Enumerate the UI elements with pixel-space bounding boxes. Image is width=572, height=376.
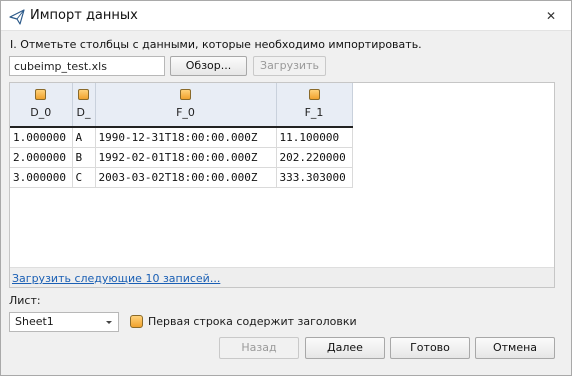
column-label-d1: D_ xyxy=(76,106,91,119)
table-cell[interactable]: 2003-03-02T18:00:00.000Z xyxy=(95,167,277,188)
back-button[interactable]: Назад xyxy=(219,337,299,359)
table-row[interactable]: 3.000000 C 2003-03-02T18:00:00.000Z 333.… xyxy=(10,167,353,188)
table-cell[interactable]: 1990-12-31T18:00:00.000Z xyxy=(95,127,277,148)
title-bar: Импорт данных ✕ xyxy=(1,1,571,31)
load-button[interactable]: Загрузить xyxy=(253,56,326,76)
file-path-input[interactable] xyxy=(9,56,165,76)
column-header-row: D_0 D_ F_0 F_1 xyxy=(10,83,353,127)
column-header-f1: F_1 xyxy=(276,83,353,127)
sheet-label: Лист: xyxy=(9,294,41,307)
column-header-d1: D_ xyxy=(72,83,96,127)
next-button[interactable]: Далее xyxy=(305,337,385,359)
instruction-text: I. Отметьте столбцы с данными, которые н… xyxy=(10,38,422,51)
column-header-f0: F_0 xyxy=(95,83,277,127)
column-checkbox-f0[interactable] xyxy=(180,89,191,100)
sheet-select[interactable]: Sheet1 xyxy=(9,312,119,332)
table-row[interactable]: 2.000000 B 1992-02-01T18:00:00.000Z 202.… xyxy=(10,147,353,168)
table-cell[interactable]: 11.100000 xyxy=(276,127,353,148)
close-icon[interactable]: ✕ xyxy=(539,5,563,27)
load-more-link[interactable]: Загрузить следующие 10 записей... xyxy=(12,272,220,285)
table-cell[interactable]: 333.303000 xyxy=(276,167,353,188)
table-row[interactable]: 1.000000 A 1990-12-31T18:00:00.000Z 11.1… xyxy=(10,127,353,148)
data-preview-grid: D_0 D_ F_0 F_1 1.000000 A 1990-12-31T18:… xyxy=(9,82,555,288)
import-dialog: Импорт данных ✕ I. Отметьте столбцы с да… xyxy=(0,0,572,376)
browse-button[interactable]: Обзор... xyxy=(170,56,247,76)
table-cell[interactable]: 1.000000 xyxy=(10,127,73,148)
load-more-bar: Загрузить следующие 10 записей... xyxy=(10,267,554,287)
table-cell[interactable]: 2.000000 xyxy=(10,147,73,168)
preview-table: D_0 D_ F_0 F_1 1.000000 A 1990-12-31T18:… xyxy=(10,83,353,188)
column-label-f1: F_1 xyxy=(304,106,324,119)
table-cell[interactable]: 3.000000 xyxy=(10,167,73,188)
table-cell[interactable]: C xyxy=(72,167,96,188)
first-row-header-label: Первая строка содержит заголовки xyxy=(148,315,357,328)
chevron-down-icon xyxy=(106,321,112,324)
column-header-d0: D_0 xyxy=(10,83,73,127)
sheet-select-value: Sheet1 xyxy=(15,315,54,328)
column-label-d0: D_0 xyxy=(30,106,52,119)
send-icon xyxy=(9,9,25,25)
window-title: Импорт данных xyxy=(30,8,138,23)
table-cell[interactable]: 1992-02-01T18:00:00.000Z xyxy=(95,147,277,168)
column-checkbox-f1[interactable] xyxy=(308,89,320,100)
column-label-f0: F_0 xyxy=(176,106,195,119)
cancel-button[interactable]: Отмена xyxy=(475,337,555,359)
first-row-header-checkbox[interactable] xyxy=(130,315,143,328)
table-cell[interactable]: B xyxy=(72,147,96,168)
column-checkbox-d0[interactable] xyxy=(35,89,47,100)
table-cell[interactable]: 202.220000 xyxy=(276,147,353,168)
done-button[interactable]: Готово xyxy=(390,337,470,359)
column-checkbox-d1[interactable] xyxy=(78,89,89,100)
table-cell[interactable]: A xyxy=(72,127,96,148)
